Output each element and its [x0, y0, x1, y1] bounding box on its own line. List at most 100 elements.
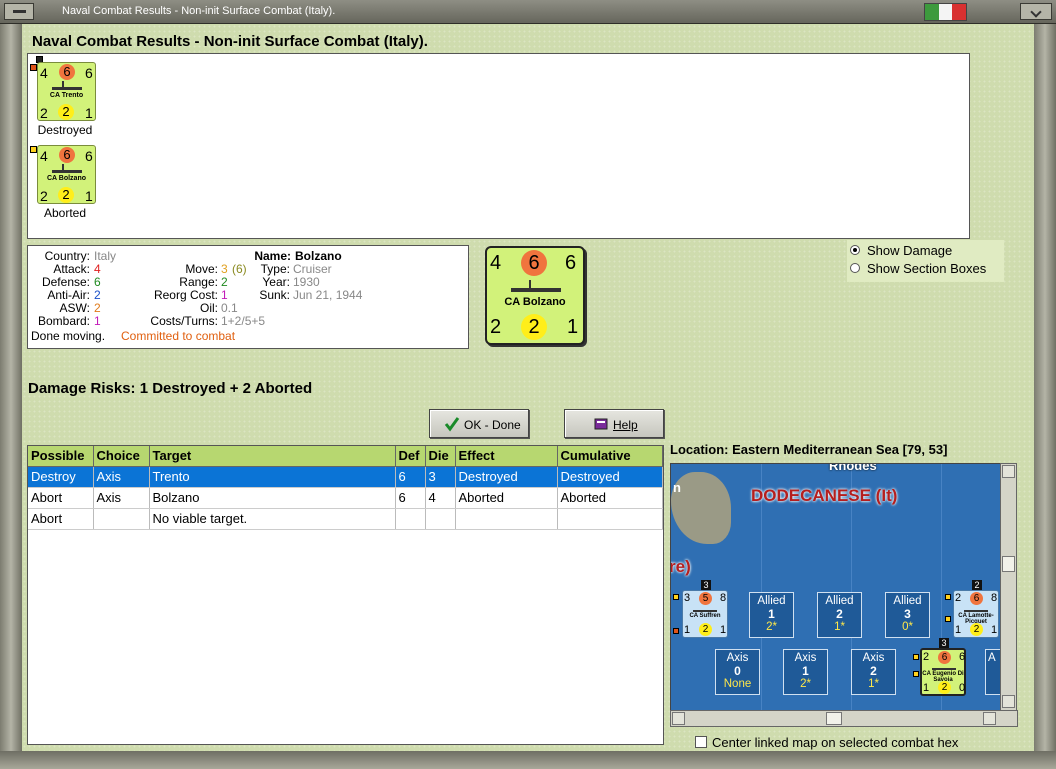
ship-icon	[932, 668, 956, 670]
map-horizontal-scrollbar[interactable]	[670, 710, 1018, 727]
table-cell: Trento	[149, 466, 396, 488]
map-partial-label: n	[673, 480, 681, 495]
counter-bombard: 1	[85, 105, 93, 121]
counter-attack: 4	[490, 252, 502, 274]
sunk-value: Jun 21, 1944	[293, 288, 363, 302]
ship-icon	[52, 87, 82, 90]
counter-name: CA Bolzano	[46, 175, 87, 182]
ship-mast	[529, 280, 531, 288]
table-cell: 6	[395, 487, 426, 509]
show-sections-radio[interactable]	[850, 263, 860, 273]
stack-count: 3	[939, 638, 949, 648]
allied-box-2[interactable]: Allied 2 1*	[817, 592, 862, 638]
unit-status-marker	[673, 594, 679, 600]
window-titlebar[interactable]: Naval Combat Results - Non-init Surface …	[0, 0, 1056, 24]
scroll-thumb[interactable]	[1002, 556, 1015, 572]
counter-asw: 2	[699, 623, 712, 636]
box-value: 2	[870, 664, 877, 678]
frame-right	[1034, 24, 1056, 751]
map-unit-lamotte-picquet[interactable]: 2 6 8 CA Lamotte-Picquet 1 2 1	[953, 590, 999, 638]
show-damage-radio[interactable]	[850, 245, 860, 255]
unit-counter-trento[interactable]: 4 6 6 CA Trento 2 2 1	[37, 62, 96, 121]
unit-status-marker	[945, 594, 951, 600]
map-region-label: DODECANESE (It)	[751, 486, 898, 505]
box-sub: 2*	[766, 621, 777, 633]
frame-left	[0, 24, 22, 751]
allied-box-1[interactable]: Allied 1 2*	[749, 592, 794, 638]
counter-asw: 2	[970, 623, 983, 636]
counter-name: CA Trento	[49, 92, 84, 99]
table-cell: Bolzano	[149, 487, 396, 509]
box-value: 2	[836, 607, 843, 621]
unit-status-marker	[913, 654, 919, 660]
table-row[interactable]: Abort Axis Bolzano 6 4 Aborted Aborted	[28, 487, 663, 509]
counter-move: 8	[720, 592, 727, 604]
counter-anti-air: 1	[684, 624, 691, 636]
counter-bombard: 1	[567, 316, 579, 338]
column-header[interactable]: Die	[425, 446, 456, 467]
close-button[interactable]	[1020, 3, 1052, 20]
counter-defense: 6	[970, 592, 983, 605]
scroll-left-button[interactable]	[672, 712, 685, 725]
move-extra-value: (6)	[232, 262, 247, 276]
show-damage-label[interactable]: Show Damage	[867, 244, 952, 257]
costs-label: Costs/Turns:	[150, 314, 218, 328]
scroll-down-button[interactable]	[1002, 695, 1015, 708]
allied-box-3[interactable]: Allied 3 0*	[885, 592, 930, 638]
ship-icon	[511, 288, 561, 292]
column-header[interactable]: Target	[149, 446, 396, 467]
table-cell: Abort	[28, 508, 94, 530]
page-title: Naval Combat Results - Non-init Surface …	[32, 33, 428, 50]
dialog-content: Naval Combat Results - Non-init Surface …	[22, 24, 1034, 751]
map-place-label: Rhodes	[829, 463, 877, 473]
scroll-thumb[interactable]	[826, 712, 842, 725]
unit-counter-bolzano[interactable]: 4 6 6 CA Bolzano 2 2 1	[37, 145, 96, 204]
map-unit-eugenio-di-savoia[interactable]: 2 6 6 CA Eugenio Di Savoia 1 2 0	[920, 648, 966, 696]
column-header[interactable]: Def	[395, 446, 426, 467]
ok-done-button[interactable]: OK - Done	[429, 409, 529, 438]
scroll-up-button[interactable]	[1002, 465, 1015, 478]
column-header[interactable]: Cumulative	[557, 446, 663, 467]
help-button[interactable]: Help	[564, 409, 664, 438]
counter-attack: 4	[40, 65, 48, 81]
unit-status-label: Aborted	[43, 206, 87, 220]
column-header[interactable]: Possible	[28, 446, 94, 467]
center-map-label: Center linked map on selected combat hex	[712, 735, 959, 750]
combat-map[interactable]: Rhodes n DODECANESE (It) re) Allied 1 2*…	[670, 463, 1017, 727]
combat-units-panel: 4 6 6 CA Trento 2 2 1 Destroyed 4 6 6 CA…	[27, 53, 970, 239]
center-map-checkbox[interactable]	[695, 736, 707, 748]
table-row[interactable]: Abort No viable target.	[28, 508, 663, 530]
table-row[interactable]: Destroy Axis Trento 6 3 Destroyed Destro…	[28, 466, 663, 488]
counter-defense: 5	[699, 592, 712, 605]
damage-risks-summary: Damage Risks: 1 Destroyed + 2 Aborted	[28, 380, 313, 397]
show-sections-label[interactable]: Show Section Boxes	[867, 262, 986, 275]
unit-status-marker	[945, 616, 951, 622]
axis-box-2[interactable]: Axis 2 1*	[851, 649, 896, 695]
scroll-right-button[interactable]	[983, 712, 996, 725]
table-cell	[455, 508, 558, 530]
committed-status: Committed to combat	[121, 329, 236, 343]
system-menu-button[interactable]	[4, 3, 34, 20]
minimize-icon	[13, 10, 26, 13]
done-moving-text: Done moving.	[31, 329, 106, 343]
counter-defense: 6	[59, 147, 75, 163]
sunk-label: Sunk:	[259, 288, 290, 302]
counter-anti-air: 1	[923, 682, 930, 694]
counter-bombard: 1	[991, 624, 998, 636]
table-cell	[425, 508, 456, 530]
column-header[interactable]: Choice	[93, 446, 150, 467]
table-cell: 3	[425, 466, 456, 488]
counter-defense: 6	[521, 250, 547, 276]
ship-icon	[964, 610, 988, 612]
column-header[interactable]: Effect	[455, 446, 558, 467]
table-cell: Aborted	[455, 487, 558, 509]
axis-box-0[interactable]: Axis 0 None	[715, 649, 760, 695]
counter-attack: 4	[40, 148, 48, 164]
map-unit-suffren[interactable]: 3 5 8 CA Suffren 1 2 1	[682, 590, 728, 638]
chevron-down-icon	[1030, 6, 1042, 18]
axis-box-1[interactable]: Axis 1 2*	[783, 649, 828, 695]
table-cell: Destroyed	[557, 466, 663, 488]
counter-asw: 2	[521, 314, 547, 340]
frame-bottom	[0, 751, 1056, 769]
map-vertical-scrollbar[interactable]	[1000, 463, 1017, 727]
